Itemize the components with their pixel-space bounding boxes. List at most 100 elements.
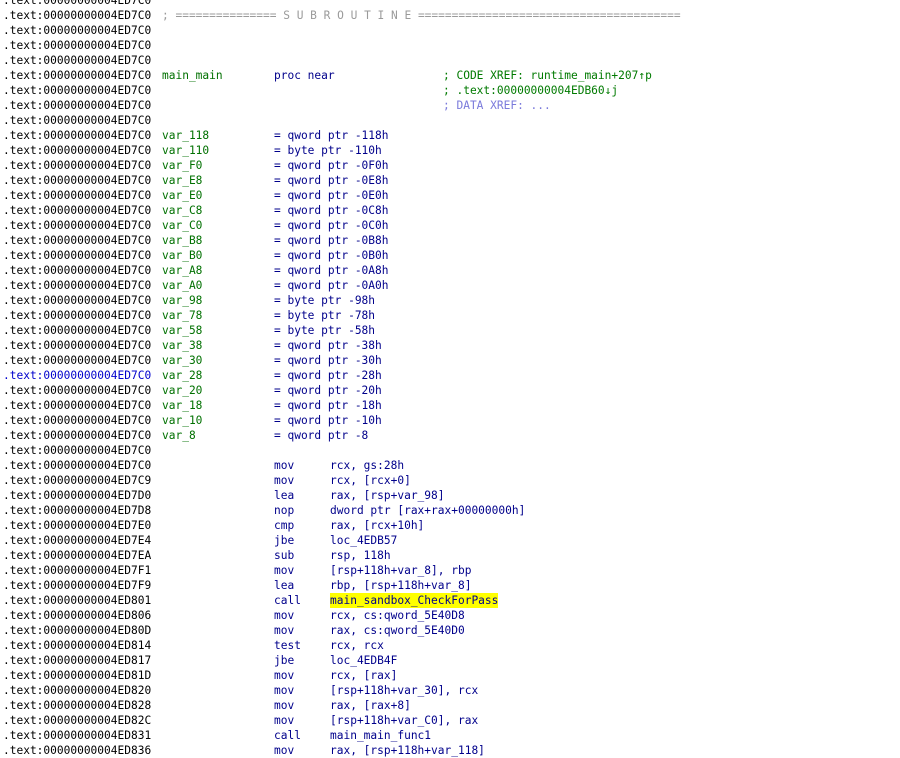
line-address[interactable]: .text:00000000004ED81D bbox=[3, 668, 151, 683]
line-address[interactable]: .text:00000000004ED836 bbox=[3, 743, 151, 758]
disassembly-line[interactable]: .text:00000000004ED7C0 var_30 = qword ptr … bbox=[0, 353, 900, 368]
line-address[interactable]: .text:00000000004ED7E0 bbox=[3, 518, 151, 533]
symbol-name[interactable]: var_118 bbox=[162, 128, 209, 143]
symbol-name[interactable]: var_A8 bbox=[162, 263, 202, 278]
disassembly-line[interactable]: .text:00000000004ED82C mov [rsp+118h+var_C… bbox=[0, 713, 900, 728]
disassembly-line[interactable]: .text:00000000004ED7F9 lea rbp, [rsp+118h+… bbox=[0, 578, 900, 593]
disassembly-line[interactable]: .text:00000000004ED7C0 bbox=[0, 443, 900, 458]
line-address[interactable]: .text:00000000004ED7C0 bbox=[3, 23, 151, 38]
disassembly-line[interactable]: .text:00000000004ED836 mov rax, [rsp+118h+… bbox=[0, 743, 900, 758]
line-address[interactable]: .text:00000000004ED7C0 bbox=[3, 203, 151, 218]
instruction-operands[interactable]: [rsp+118h+var_30], rcx bbox=[330, 683, 478, 698]
disassembly-line[interactable]: .text:00000000004ED831 call main_main_func… bbox=[0, 728, 900, 743]
instruction-operands[interactable]: rcx, [rax] bbox=[330, 668, 397, 683]
disassembly-line[interactable]: .text:00000000004ED7D0 lea rax, [rsp+var_9… bbox=[0, 488, 900, 503]
line-address[interactable]: .text:00000000004ED7C0 bbox=[3, 413, 151, 428]
disassembly-line[interactable]: .text:00000000004ED7C0 var_E0 = qword ptr … bbox=[0, 188, 900, 203]
disassembly-line[interactable]: .text:00000000004ED7C0 main_main proc near… bbox=[0, 68, 900, 83]
line-address[interactable]: .text:00000000004ED7C0 bbox=[3, 263, 151, 278]
symbol-name[interactable]: var_110 bbox=[162, 143, 209, 158]
line-address[interactable]: .text:00000000004ED7C0 bbox=[3, 323, 151, 338]
disassembly-line[interactable]: .text:00000000004ED7C0 bbox=[0, 53, 900, 68]
symbol-name[interactable]: var_78 bbox=[162, 308, 202, 323]
symbol-name[interactable]: var_F0 bbox=[162, 158, 202, 173]
symbol-name[interactable]: var_A0 bbox=[162, 278, 202, 293]
symbol-name[interactable]: var_38 bbox=[162, 338, 202, 353]
instruction-operands[interactable]: dword ptr [rax+rax+00000000h] bbox=[330, 503, 525, 518]
line-address[interactable]: .text:00000000004ED7C0 bbox=[3, 383, 151, 398]
instruction-operands[interactable]: [rsp+118h+var_C0], rax bbox=[330, 713, 478, 728]
line-address[interactable]: .text:00000000004ED7D0 bbox=[3, 488, 151, 503]
line-address[interactable]: .text:00000000004ED7C0 bbox=[3, 248, 151, 263]
line-address[interactable]: .text:00000000004ED7C0 bbox=[3, 458, 151, 473]
symbol-name[interactable]: var_C8 bbox=[162, 203, 202, 218]
line-address[interactable]: .text:00000000004ED82C bbox=[3, 713, 151, 728]
line-address[interactable]: .text:00000000004ED7C0 bbox=[3, 0, 151, 8]
line-address[interactable]: .text:00000000004ED80D bbox=[3, 623, 151, 638]
disassembly-line[interactable]: .text:00000000004ED7C0 var_C8 = qword ptr … bbox=[0, 203, 900, 218]
disassembly-line[interactable]: .text:00000000004ED7C0 var_58 = byte ptr -… bbox=[0, 323, 900, 338]
line-address[interactable]: .text:00000000004ED7C0 bbox=[3, 158, 151, 173]
instruction-operands[interactable]: main_main_func1 bbox=[330, 728, 431, 743]
disassembly-line[interactable]: .text:00000000004ED7C0 bbox=[0, 0, 900, 8]
line-address[interactable]: .text:00000000004ED7C0 bbox=[3, 53, 151, 68]
disassembly-line[interactable]: .text:00000000004ED7C0 var_28 = qword ptr … bbox=[0, 368, 900, 383]
line-address[interactable]: .text:00000000004ED7C0 bbox=[3, 128, 151, 143]
disassembly-line[interactable]: .text:00000000004ED7C0 var_10 = qword ptr … bbox=[0, 413, 900, 428]
line-address[interactable]: .text:00000000004ED814 bbox=[3, 638, 151, 653]
disassembly-listing[interactable]: .text:00000000004ED7C0 .text:00000000004E… bbox=[0, 0, 900, 758]
disassembly-line[interactable]: .text:00000000004ED7C0 var_78 = byte ptr -… bbox=[0, 308, 900, 323]
disassembly-line[interactable]: .text:00000000004ED7C9 mov rcx, [rcx+0] bbox=[0, 473, 900, 488]
line-address[interactable]: .text:00000000004ED7F1 bbox=[3, 563, 151, 578]
line-address[interactable]: .text:00000000004ED7C0 bbox=[3, 218, 151, 233]
xref-comment[interactable]: ; .text:00000000004EDB60↓j bbox=[443, 83, 618, 98]
disassembly-line[interactable]: .text:00000000004ED7C0 var_118 = qword ptr… bbox=[0, 128, 900, 143]
instruction-operands[interactable]: rcx, cs:qword_5E40D8 bbox=[330, 608, 465, 623]
instruction-operands[interactable]: rcx, [rcx+0] bbox=[330, 473, 411, 488]
symbol-name[interactable]: var_10 bbox=[162, 413, 202, 428]
disassembly-line[interactable]: .text:00000000004ED814 test rcx, rcx bbox=[0, 638, 900, 653]
disassembly-line[interactable]: .text:00000000004ED7C0 ; .text:0000000000… bbox=[0, 83, 900, 98]
disassembly-line[interactable]: .text:00000000004ED7C0 bbox=[0, 38, 900, 53]
instruction-operands[interactable]: rax, [rax+8] bbox=[330, 698, 411, 713]
symbol-name[interactable]: var_8 bbox=[162, 428, 196, 443]
line-address[interactable]: .text:00000000004ED7C0 bbox=[3, 428, 151, 443]
line-address[interactable]: .text:00000000004ED817 bbox=[3, 653, 151, 668]
disassembly-line[interactable]: .text:00000000004ED7D8 nop dword ptr [rax+… bbox=[0, 503, 900, 518]
highlighted-call-target[interactable]: main_sandbox_CheckForPass bbox=[330, 593, 499, 608]
disassembly-line[interactable]: .text:00000000004ED820 mov [rsp+118h+var_3… bbox=[0, 683, 900, 698]
line-address[interactable]: .text:00000000004ED7C0 bbox=[3, 113, 151, 128]
instruction-operands[interactable]: loc_4EDB4F bbox=[330, 653, 397, 668]
disassembly-line[interactable]: .text:00000000004ED7C0 var_F0 = qword ptr … bbox=[0, 158, 900, 173]
line-address[interactable]: .text:00000000004ED7C0 bbox=[3, 98, 151, 113]
line-address[interactable]: .text:00000000004ED7E4 bbox=[3, 533, 151, 548]
xref-comment[interactable]: ; CODE XREF: runtime_main+207↑p bbox=[443, 68, 652, 83]
line-address[interactable]: .text:00000000004ED7C0 bbox=[3, 68, 151, 83]
line-address[interactable]: .text:00000000004ED7EA bbox=[3, 548, 151, 563]
instruction-operands[interactable]: loc_4EDB57 bbox=[330, 533, 397, 548]
xref-comment[interactable]: ; DATA XREF: ... bbox=[443, 98, 551, 113]
symbol-name[interactable]: var_E0 bbox=[162, 188, 202, 203]
disassembly-line[interactable]: .text:00000000004ED7C0 var_A0 = qword ptr … bbox=[0, 278, 900, 293]
disassembly-line[interactable]: .text:00000000004ED7C0 var_20 = qword ptr … bbox=[0, 383, 900, 398]
line-address[interactable]: .text:00000000004ED7C0 bbox=[3, 38, 151, 53]
line-address[interactable]: .text:00000000004ED7C0 bbox=[3, 233, 151, 248]
line-address[interactable]: .text:00000000004ED7C0 bbox=[3, 143, 151, 158]
symbol-name[interactable]: var_58 bbox=[162, 323, 202, 338]
symbol-name[interactable]: var_28 bbox=[162, 368, 202, 383]
symbol-name[interactable]: var_E8 bbox=[162, 173, 202, 188]
line-address[interactable]: .text:00000000004ED7C9 bbox=[3, 473, 151, 488]
instruction-operands[interactable]: rax, cs:qword_5E40D0 bbox=[330, 623, 465, 638]
symbol-name[interactable]: main_main bbox=[162, 68, 223, 83]
disassembly-line[interactable]: .text:00000000004ED7C0 var_E8 = qword ptr … bbox=[0, 173, 900, 188]
disassembly-line[interactable]: .text:00000000004ED7C0 var_38 = qword ptr … bbox=[0, 338, 900, 353]
instruction-operands[interactable]: rax, [rcx+10h] bbox=[330, 518, 424, 533]
disassembly-line[interactable]: .text:00000000004ED7C0 var_8 = qword ptr -… bbox=[0, 428, 900, 443]
disassembly-line[interactable]: .text:00000000004ED801 call main_sandbox_C… bbox=[0, 593, 900, 608]
disassembly-line[interactable]: .text:00000000004ED7C0 var_B0 = qword ptr … bbox=[0, 248, 900, 263]
instruction-operands[interactable]: rcx, rcx bbox=[330, 638, 384, 653]
instruction-operands[interactable]: rax, [rsp+118h+var_118] bbox=[330, 743, 485, 758]
disassembly-line[interactable]: .text:00000000004ED828 mov rax, [rax+8] bbox=[0, 698, 900, 713]
line-address[interactable]: .text:00000000004ED820 bbox=[3, 683, 151, 698]
line-address[interactable]: .text:00000000004ED7D8 bbox=[3, 503, 151, 518]
